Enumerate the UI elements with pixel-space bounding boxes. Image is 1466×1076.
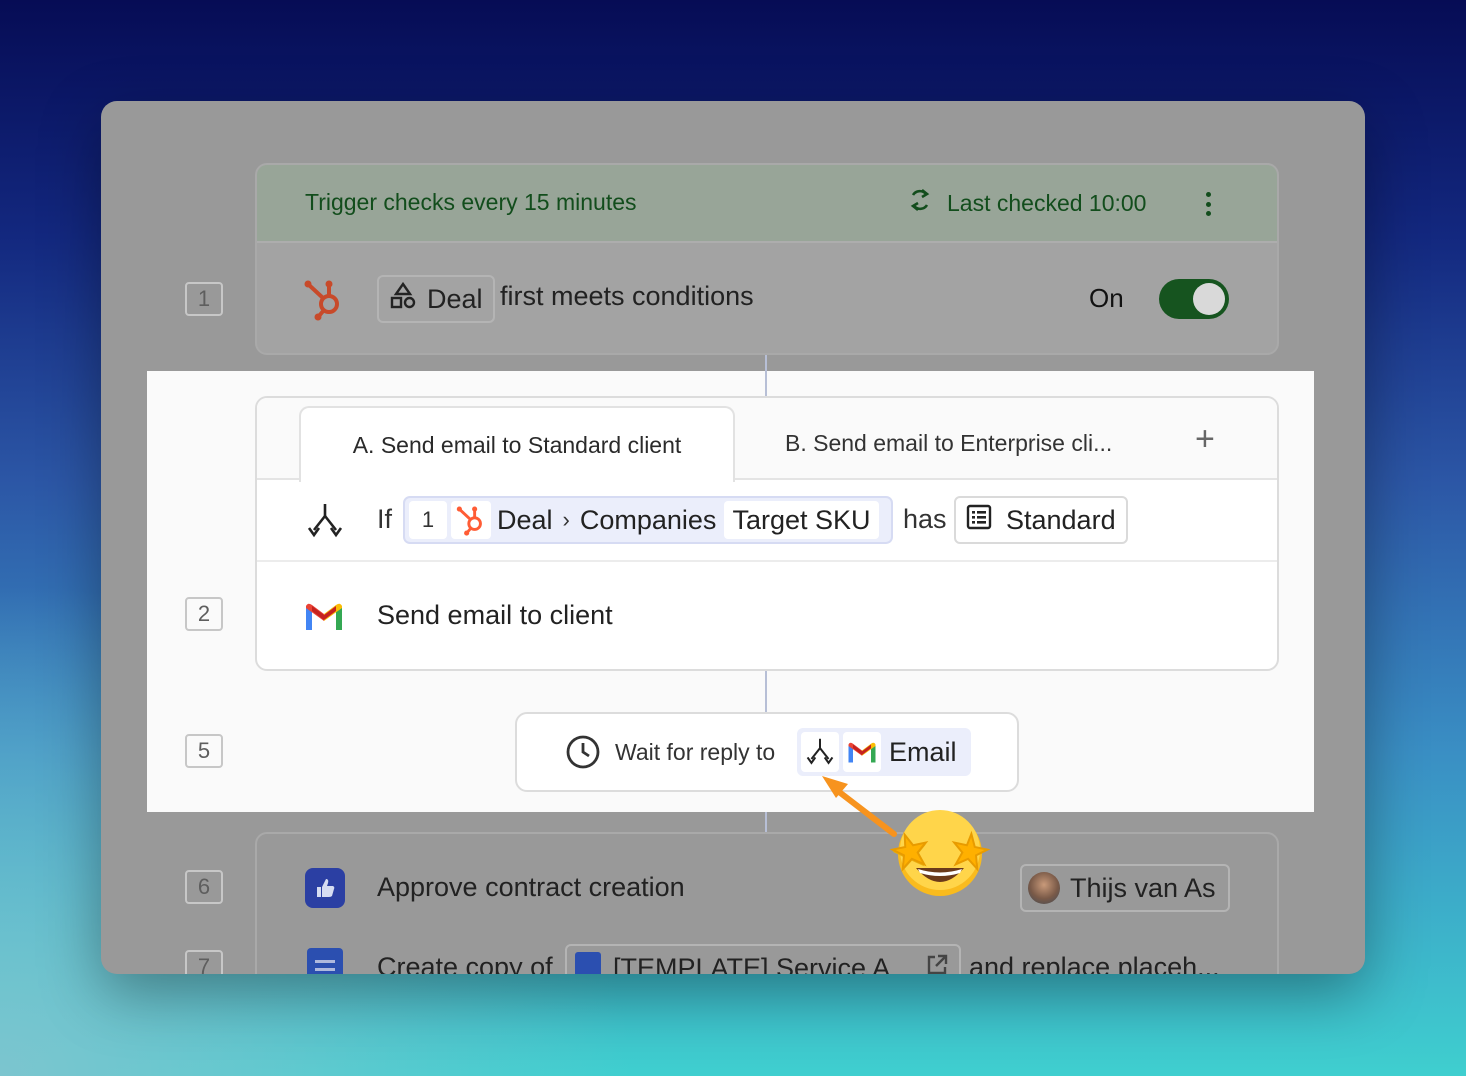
send-email-label: Send email to client [377, 600, 613, 630]
shapes-icon [389, 281, 417, 317]
object-chip-label: Deal [427, 283, 483, 314]
trigger-card[interactable]: Trigger checks every 15 minutes Last che… [255, 163, 1279, 355]
trigger-condition-text: first meets conditions [500, 281, 754, 311]
path-relation: Companies [579, 504, 717, 535]
gmail-icon [303, 600, 345, 637]
last-checked-label: Last checked 10:00 [947, 189, 1147, 216]
template-name: [TEMPLATE] Service A... [613, 952, 913, 975]
branch-condition-row[interactable]: If 1 Deal › Companies Target SKU has Sta… [257, 480, 1277, 562]
connector-line [765, 355, 767, 371]
connector-line [765, 371, 767, 396]
assignee-chip[interactable]: Thijs van As [1020, 864, 1230, 912]
clock-icon [565, 734, 601, 775]
connector-line [765, 671, 767, 712]
copy-step-prefix: Create copy of [377, 952, 553, 974]
approval-card[interactable]: Approve contract creation Thijs van As C… [255, 832, 1279, 974]
thumbs-up-icon [305, 868, 345, 908]
step-reference: 1 [409, 501, 447, 539]
path-field: Target SKU [724, 501, 879, 539]
highlighted-section: 2 A. Send email to Standard client B. Se… [147, 371, 1314, 812]
tab-branch-b[interactable]: B. Send email to Enterprise cli... [785, 430, 1112, 457]
send-email-row[interactable]: Send email to client [257, 562, 1277, 669]
chevron-right-icon: › [562, 507, 570, 532]
branch-split-icon [307, 502, 343, 545]
approval-label: Approve contract creation [377, 872, 685, 902]
tab-branch-a[interactable]: A. Send email to Standard client [299, 406, 735, 482]
google-docs-icon [575, 952, 601, 974]
trigger-header: Trigger checks every 15 minutes Last che… [257, 165, 1277, 243]
toggle-status-label: On [1089, 283, 1124, 313]
step-number: 6 [185, 870, 223, 904]
step-number: 2 [185, 597, 223, 631]
operator-label: has [903, 504, 947, 534]
list-icon [966, 504, 992, 537]
workflow-window: 1 Trigger checks every 15 minutes Last c… [101, 101, 1365, 974]
star-struck-emoji-icon [889, 810, 991, 896]
trigger-schedule-label: Trigger checks every 15 minutes [305, 189, 637, 215]
wait-for-reply-card[interactable]: Wait for reply to Email [515, 712, 1019, 792]
step-number: 1 [185, 282, 223, 316]
avatar [1028, 872, 1060, 904]
object-chip[interactable]: Deal [377, 275, 495, 323]
trigger-enabled-toggle[interactable] [1159, 279, 1229, 319]
assignee-name: Thijs van As [1070, 872, 1216, 903]
path-object: Deal [497, 504, 553, 535]
more-options-icon[interactable] [1201, 187, 1215, 221]
connector-line [765, 812, 767, 832]
branch-card: A. Send email to Standard client B. Send… [255, 396, 1279, 671]
trigger-row[interactable]: Deal first meets conditions On [257, 243, 1277, 353]
hubspot-icon [451, 501, 491, 539]
google-docs-icon [307, 948, 343, 974]
add-branch-icon[interactable]: + [1195, 422, 1215, 456]
condition-field-chip[interactable]: 1 Deal › Companies Target SKU [403, 496, 893, 544]
step-number: 5 [185, 734, 223, 768]
copy-step-suffix: and replace placeh... [969, 952, 1220, 974]
refresh-icon [907, 187, 933, 219]
condition-value-chip[interactable]: Standard [954, 496, 1128, 544]
wait-label: Wait for reply to [615, 739, 776, 765]
external-link-icon[interactable] [925, 953, 949, 975]
last-checked-status[interactable]: Last checked 10:00 [907, 187, 1146, 219]
template-chip[interactable]: [TEMPLATE] Service A... [565, 944, 961, 974]
step-number: 7 [185, 950, 223, 974]
condition-value: Standard [1006, 504, 1116, 535]
branch-tabs: A. Send email to Standard client B. Send… [257, 398, 1277, 482]
if-label: If [377, 504, 393, 534]
hubspot-icon [303, 277, 345, 326]
